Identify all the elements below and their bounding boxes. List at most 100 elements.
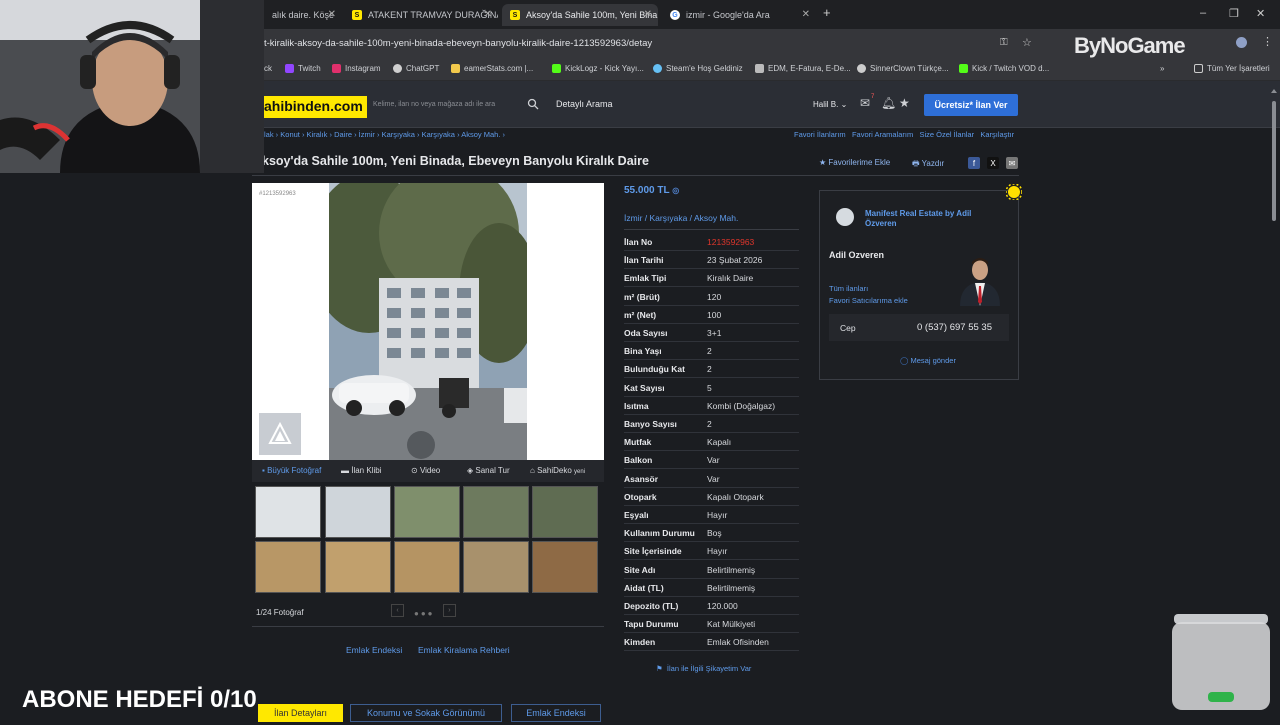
thumbnail[interactable] [325, 541, 391, 593]
breadcrumb-item[interactable]: Aksoy Mah. [461, 130, 500, 139]
user-menu[interactable]: Halil B. ⌄ [813, 100, 847, 109]
minimize-icon[interactable]: – [1200, 7, 1206, 19]
browser-tab-4[interactable]: G izmir - Google'da Ara ✕ [662, 4, 816, 26]
agency-name[interactable]: Manifest Real Estate by Adil Özveren [865, 209, 995, 229]
thumbnail[interactable] [532, 486, 598, 538]
thumbnail[interactable] [394, 486, 460, 538]
bookmark-item[interactable]: Steam'e Hoş Geldiniz [653, 64, 743, 73]
bookmark-item[interactable]: ChatGPT [393, 64, 439, 73]
price-info-icon[interactable]: ◎ [672, 186, 679, 195]
url-text[interactable]: t-kiralik-aksoy-da-sahile-100m-yeni-bina… [264, 38, 652, 49]
tab-listing-clip[interactable]: ▬ İlan Klibi [341, 466, 381, 475]
close-icon[interactable]: ✕ [802, 9, 810, 20]
all-bookmarks[interactable]: Tüm Yer İşaretleri [1194, 64, 1270, 73]
detail-row: Bina Yaşı 2 [624, 342, 799, 361]
phone-number[interactable]: 0 (537) 697 55 35 [917, 322, 992, 333]
thumbnail[interactable] [532, 541, 598, 593]
location-neighborhood[interactable]: Aksoy Mah. [694, 213, 738, 223]
breadcrumb-item[interactable]: Kiralık [307, 130, 328, 139]
add-favorite-link[interactable]: ★ Favorilerime Ekle [819, 158, 890, 167]
breadcrumb-item[interactable]: lak [264, 130, 274, 139]
tab-label: Aksoy'da Sahile 100m, Yeni Bina [526, 10, 658, 20]
mail-icon[interactable]: ✉ [860, 96, 870, 110]
window-close-icon[interactable]: ✕ [1256, 7, 1265, 20]
thumbnail[interactable] [255, 541, 321, 593]
post-listing-button[interactable]: Ücretsiz* İlan Ver [924, 94, 1018, 116]
tab-listing-details[interactable]: İlan Detayları [258, 704, 343, 722]
special-listings-link[interactable]: Size Özel İlanlar [919, 130, 974, 139]
divider [252, 626, 604, 627]
real-estate-index-link[interactable]: Emlak Endeksi [346, 645, 402, 655]
more-bookmarks-icon[interactable]: » [1160, 64, 1164, 73]
bookmark-item[interactable]: Kick / Twitch VOD d... [959, 64, 1049, 73]
bookmark-item[interactable]: SinnerClown Türkçe... [857, 64, 949, 73]
breadcrumb-item[interactable]: İzmir [359, 130, 375, 139]
detail-row: m² (Brüt) 120 [624, 288, 799, 306]
report-listing-link[interactable]: ⚑ İlan ile İlgili Şikayetim Var [656, 664, 751, 673]
facebook-icon[interactable]: f [968, 157, 980, 169]
detailed-search-link[interactable]: Detaylı Arama [556, 99, 613, 109]
main-photo[interactable] [329, 183, 527, 460]
tab-sahideko[interactable]: ⌂ SahiDeko yeni [530, 466, 585, 475]
favorites-star-icon[interactable]: ★ [899, 96, 910, 110]
rental-guide-link[interactable]: Emlak Kiralama Rehberi [418, 645, 510, 655]
favorite-searches-link[interactable]: Favori Aramalarım [852, 130, 913, 139]
bookmark-item[interactable]: Twitch [285, 64, 321, 73]
next-page-icon[interactable]: › [442, 604, 456, 617]
print-link[interactable]: 🖶︎ Yazdır [912, 158, 944, 172]
bell-icon[interactable]: 🔔︎ [881, 96, 896, 110]
search-input[interactable]: Kelime, ilan no veya mağaza adı ile ara [365, 95, 545, 115]
email-share-icon[interactable]: ✉ [1006, 157, 1018, 169]
bookmark-item[interactable]: KickLogz - Kick Yayı... [552, 64, 644, 73]
x-twitter-icon[interactable]: X [987, 157, 999, 169]
bookmark-item[interactable]: ck [264, 64, 272, 73]
thumbnail[interactable] [394, 541, 460, 593]
breadcrumb-item[interactable]: Daire [334, 130, 352, 139]
tab-real-estate-index[interactable]: Emlak Endeksi [511, 704, 601, 722]
tab-location-street-view[interactable]: Konumu ve Sokak Görünümü [350, 704, 502, 722]
agency-watermark-logo [259, 413, 301, 455]
location-city[interactable]: İzmir [624, 213, 642, 223]
star-icon[interactable]: ☆ [1022, 36, 1032, 49]
breadcrumb-item[interactable]: Karşıyaka [382, 130, 415, 139]
bookmark-item[interactable]: eamerStats.com |... [451, 64, 533, 73]
favorite-listings-link[interactable]: Favori İlanlarım [794, 130, 846, 139]
detail-key: Balkon [624, 455, 653, 466]
send-message-link[interactable]: ◯ Mesaj gönder [900, 356, 956, 365]
search-icon[interactable] [527, 97, 539, 115]
prev-page-icon[interactable]: ‹ [391, 604, 404, 617]
compare-link[interactable]: Karşılaştır [980, 130, 1014, 139]
bookmark-item[interactable]: Instagram [332, 64, 381, 73]
detail-key: Kullanım Durumu [624, 528, 695, 539]
detail-key: m² (Net) [624, 309, 657, 320]
breadcrumb: lak › Konut › Kiralık › Daire › İzmir › … [264, 130, 506, 139]
favorite-seller-link[interactable]: Favori Satıcılarıma ekle [829, 296, 908, 305]
breadcrumb-item[interactable]: Konut [280, 130, 300, 139]
close-icon[interactable]: ✕ [644, 9, 652, 20]
thumbnail[interactable] [325, 486, 391, 538]
breadcrumb-item[interactable]: Karşıyaka [422, 130, 455, 139]
tab-big-photo[interactable]: ▪ Büyük Fotoğraf [262, 466, 321, 475]
home-icon: ⌂ [530, 466, 535, 475]
thumbnail[interactable] [463, 486, 529, 538]
maximize-icon[interactable]: ❐ [1229, 7, 1239, 20]
thumbnail[interactable] [255, 486, 321, 538]
profile-icon[interactable] [1236, 37, 1247, 48]
key-icon[interactable]: ⚿ [1000, 37, 1008, 48]
thumbnail[interactable] [463, 541, 529, 593]
new-tab-icon[interactable]: + [823, 5, 831, 20]
bookmark-item[interactable]: EDM, E-Fatura, E-De... [755, 64, 851, 73]
browser-tab-3[interactable]: S Aksoy'da Sahile 100m, Yeni Bina ✕ [502, 4, 658, 26]
site-logo[interactable]: ahibinden.com [262, 96, 367, 118]
location-district[interactable]: Karşıyaka [650, 213, 688, 223]
all-listings-link[interactable]: Tüm ilanları [829, 284, 868, 293]
tab-virtual-tour[interactable]: ◈ Sanal Tur [467, 466, 510, 475]
menu-icon[interactable]: ⋮ [1262, 35, 1273, 48]
detail-value: 2 [707, 419, 712, 429]
browser-tab-1[interactable]: alık daire. Köşe ✕ [264, 4, 342, 26]
browser-tab-2[interactable]: S ATAKENT TRAMVAY DURAĞINA ✕ [344, 4, 498, 26]
close-icon[interactable]: ✕ [328, 9, 336, 20]
agency-logo[interactable] [836, 208, 854, 226]
close-icon[interactable]: ✕ [484, 9, 492, 20]
tab-video[interactable]: ⊙ Video [411, 466, 440, 475]
